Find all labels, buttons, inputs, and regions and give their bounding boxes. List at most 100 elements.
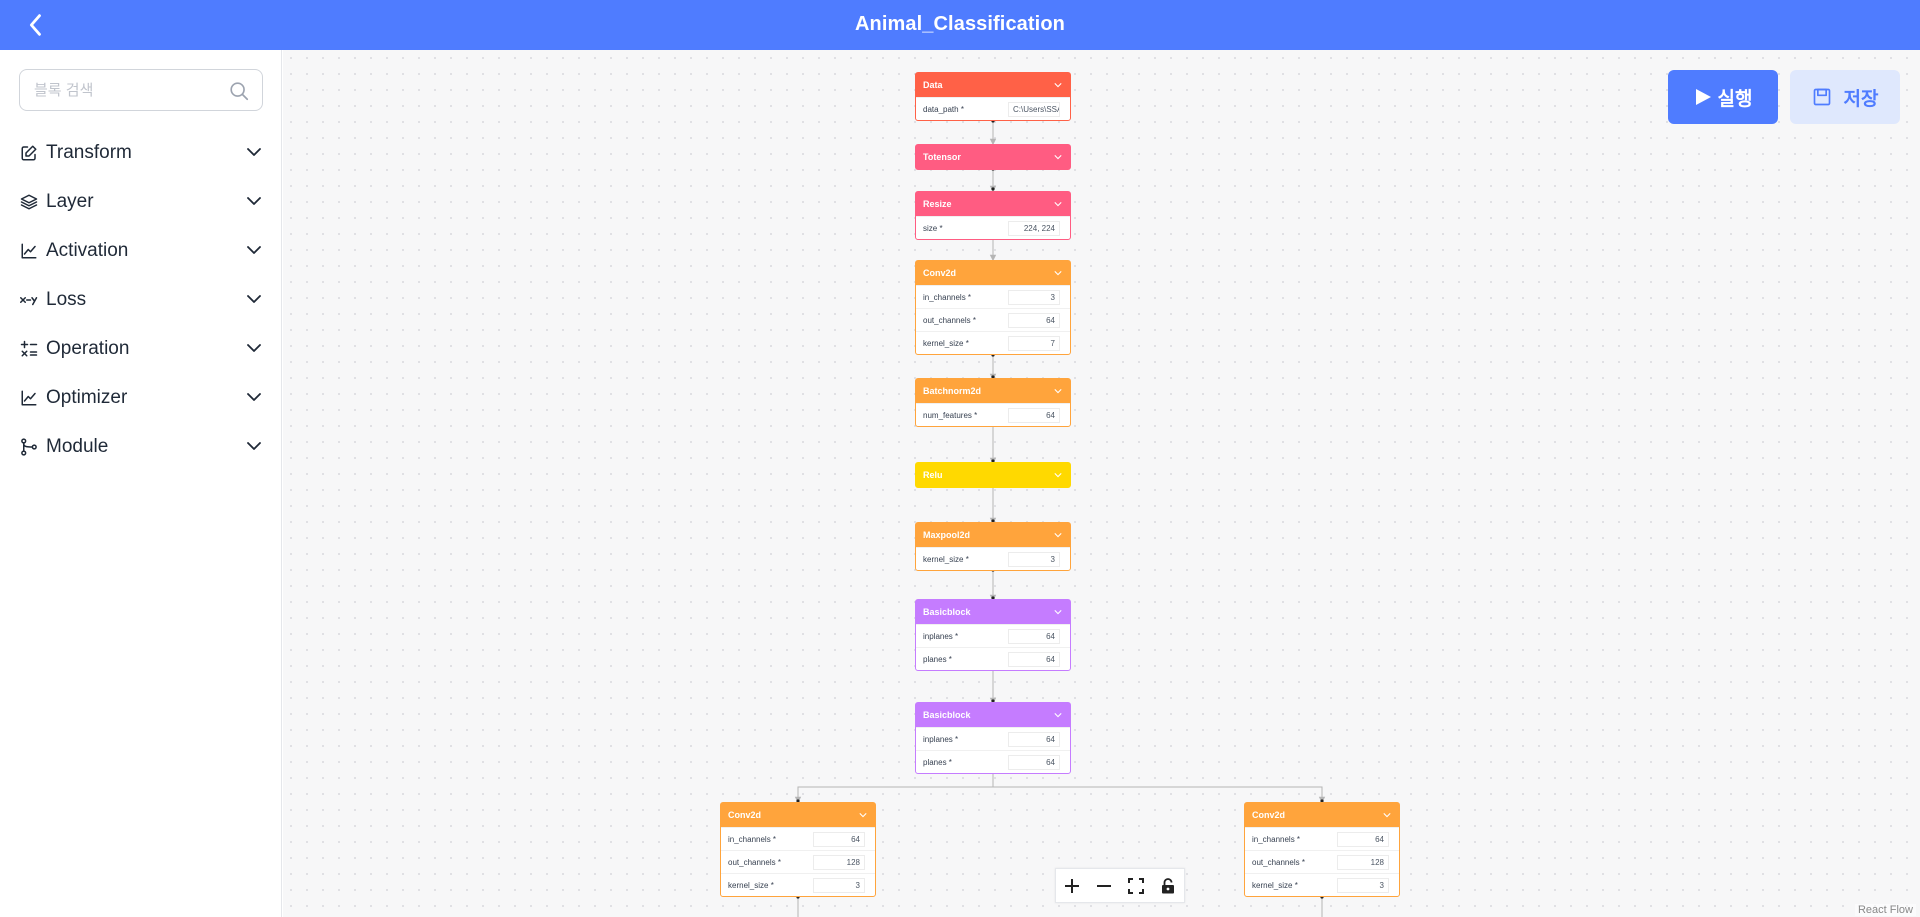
save-label: 저장 xyxy=(1843,88,1879,110)
chevron-down-icon[interactable] xyxy=(859,811,867,819)
node-title: Totensor xyxy=(923,152,961,162)
node-header[interactable]: Maxpool2d xyxy=(916,523,1070,547)
chevron-down-icon[interactable] xyxy=(1383,811,1391,819)
chevron-down-icon[interactable] xyxy=(246,340,262,356)
category-label: Module xyxy=(46,435,109,457)
node-maxpool2d[interactable]: Maxpool2d kernel_size * 3 xyxy=(915,522,1071,571)
node-header[interactable]: Conv2d xyxy=(721,803,875,827)
param-input[interactable]: 64 xyxy=(1008,652,1060,667)
category-layer[interactable]: Layer xyxy=(0,177,282,226)
node-conv2d[interactable]: Conv2d in_channels * 64 out_channels * 1… xyxy=(1244,802,1400,897)
category-module[interactable]: Module xyxy=(0,422,282,471)
chevron-down-icon[interactable] xyxy=(1054,608,1062,616)
lock-button[interactable] xyxy=(1152,869,1184,902)
category-optimizer[interactable]: Optimizer xyxy=(0,373,282,422)
node-header[interactable]: Relu xyxy=(916,463,1070,487)
param-input[interactable]: 3 xyxy=(813,878,865,893)
param-input[interactable]: 64 xyxy=(1337,832,1389,847)
chevron-down-icon[interactable] xyxy=(1054,531,1062,539)
param-label: inplanes * xyxy=(923,631,959,641)
search-input[interactable] xyxy=(34,70,214,110)
graph-nodes-icon xyxy=(19,437,39,457)
param-input[interactable]: 7 xyxy=(1008,336,1060,351)
category-label: Layer xyxy=(46,190,94,212)
chevron-down-icon[interactable] xyxy=(1054,387,1062,395)
node-param: out_channels * 64 xyxy=(916,308,1070,331)
category-transform[interactable]: Transform xyxy=(0,128,282,177)
param-input[interactable]: 64 xyxy=(1008,629,1060,644)
node-resize[interactable]: Resize size * 224, 224 xyxy=(915,191,1071,240)
param-label: kernel_size * xyxy=(728,880,774,890)
run-button[interactable]: 실행 xyxy=(1668,70,1778,124)
node-conv2d[interactable]: Conv2d in_channels * 3 out_channels * 64… xyxy=(915,260,1071,355)
fit-view-button[interactable] xyxy=(1120,869,1152,902)
node-header[interactable]: Basicblock xyxy=(916,703,1070,727)
chevron-down-icon[interactable] xyxy=(246,193,262,209)
search-icon[interactable] xyxy=(228,80,250,102)
node-param: kernel_size * 3 xyxy=(1245,873,1399,896)
node-totensor[interactable]: Totensor xyxy=(915,144,1071,170)
node-batchnorm2d[interactable]: Batchnorm2d num_features * 64 xyxy=(915,378,1071,427)
node-conv2d[interactable]: Conv2d in_channels * 64 out_channels * 1… xyxy=(720,802,876,897)
line-chart-icon xyxy=(19,388,39,408)
param-label: kernel_size * xyxy=(1252,880,1298,890)
app-header: Animal_Classification xyxy=(0,0,1920,50)
node-basicblock[interactable]: Basicblock inplanes * 64 planes * 64 xyxy=(915,599,1071,671)
zoom-out-button[interactable] xyxy=(1088,869,1120,902)
chevron-down-icon[interactable] xyxy=(246,291,262,307)
param-input[interactable]: 3 xyxy=(1008,552,1060,567)
param-input[interactable]: 64 xyxy=(1008,732,1060,747)
chevron-down-icon[interactable] xyxy=(1054,81,1062,89)
node-relu[interactable]: Relu xyxy=(915,462,1071,488)
node-header[interactable]: Totensor xyxy=(916,145,1070,169)
param-input[interactable]: 64 xyxy=(1008,755,1060,770)
node-basicblock[interactable]: Basicblock inplanes * 64 planes * 64 xyxy=(915,702,1071,774)
param-input[interactable]: 64 xyxy=(1008,313,1060,328)
flow-controls xyxy=(1055,868,1185,903)
param-input[interactable]: C:\Users\SSA xyxy=(1008,102,1060,117)
chevron-down-icon[interactable] xyxy=(1054,471,1062,479)
category-loss[interactable]: Loss xyxy=(0,275,282,324)
edge xyxy=(993,786,1326,804)
category-operation[interactable]: Operation xyxy=(0,324,282,373)
category-activation[interactable]: Activation xyxy=(0,226,282,275)
param-input[interactable]: 64 xyxy=(813,832,865,847)
param-input[interactable]: 128 xyxy=(813,855,865,870)
flow-canvas[interactable]: Data data_path * C:\Users\SSA Totensor R… xyxy=(283,50,1920,917)
param-label: data_path * xyxy=(923,104,964,114)
save-button[interactable]: 저장 xyxy=(1790,70,1900,124)
category-label: Optimizer xyxy=(46,386,128,408)
param-input[interactable]: 128 xyxy=(1337,855,1389,870)
node-header[interactable]: Basicblock xyxy=(916,600,1070,624)
node-data[interactable]: Data data_path * C:\Users\SSA xyxy=(915,72,1071,121)
node-param: in_channels * 3 xyxy=(916,285,1070,308)
param-label: kernel_size * xyxy=(923,554,969,564)
param-label: in_channels * xyxy=(1252,834,1301,844)
chevron-down-icon[interactable] xyxy=(246,242,262,258)
node-header[interactable]: Conv2d xyxy=(1245,803,1399,827)
node-header[interactable]: Data xyxy=(916,73,1070,97)
chevron-down-icon[interactable] xyxy=(246,389,262,405)
chevron-down-icon[interactable] xyxy=(246,144,262,160)
zoom-in-button[interactable] xyxy=(1056,869,1088,902)
param-input[interactable]: 64 xyxy=(1008,408,1060,423)
react-flow-attribution[interactable]: React Flow xyxy=(1854,904,1916,916)
node-param: out_channels * 128 xyxy=(1245,850,1399,873)
node-param: in_channels * 64 xyxy=(1245,827,1399,850)
param-label: planes * xyxy=(923,654,952,664)
node-header[interactable]: Resize xyxy=(916,192,1070,216)
node-title: Basicblock xyxy=(923,710,971,720)
param-input[interactable]: 224, 224 xyxy=(1008,221,1060,236)
chevron-down-icon[interactable] xyxy=(1054,711,1062,719)
chevron-down-icon[interactable] xyxy=(246,438,262,454)
node-header[interactable]: Batchnorm2d xyxy=(916,379,1070,403)
param-input[interactable]: 3 xyxy=(1008,290,1060,305)
plus-icon xyxy=(1065,878,1079,893)
param-input[interactable]: 3 xyxy=(1337,878,1389,893)
block-search[interactable] xyxy=(19,69,263,111)
chevron-down-icon[interactable] xyxy=(1054,153,1062,161)
chevron-down-icon[interactable] xyxy=(1054,200,1062,208)
node-title: Maxpool2d xyxy=(923,530,971,540)
node-header[interactable]: Conv2d xyxy=(916,261,1070,285)
chevron-down-icon[interactable] xyxy=(1054,269,1062,277)
